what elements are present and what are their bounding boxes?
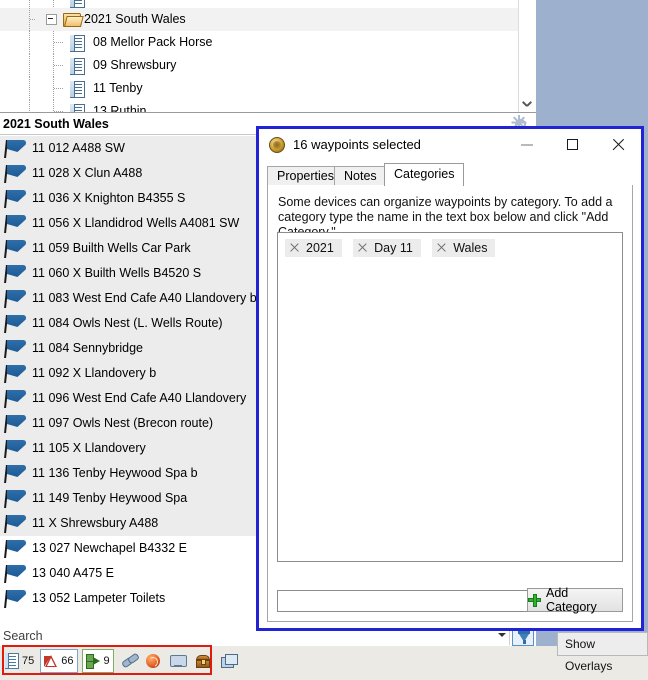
show-overlays-tooltip: Show Overlays [557,632,648,673]
category-chip-label: 2021 [306,241,334,255]
list-item-label: 11 092 X Llandovery b [32,366,157,380]
folder-tree-scrollarea: 2021 South Wales 08 Mellor Pack Horse 09… [0,0,519,112]
maximize-icon [567,139,578,150]
tree-scrollbar[interactable] [518,0,536,112]
close-icon[interactable] [358,243,368,253]
list-item-label: 13 027 Newchapel B4332 E [32,541,187,555]
photos-button[interactable] [219,650,239,672]
waypoint-flag-icon [4,290,27,308]
tree-node-11[interactable]: 11 Tenby [0,77,519,100]
new-category-input[interactable] [277,590,529,612]
waypoint-flag-icon [4,490,27,508]
categories-list-box[interactable]: 2021 Day 11 Wales [277,232,623,562]
category-chip[interactable]: Wales [432,239,496,257]
document-icon [70,35,85,52]
waypoint-badge-icon [269,137,285,153]
list-item-label: 11 028 X Clun A488 [32,166,143,180]
waypoint-flag-icon [4,340,27,358]
folder-icon [63,12,84,27]
dialog-inner: 16 waypoints selected Properties Notes C… [259,129,641,628]
list-item-label: 11 136 Tenby Heywood Spa b [32,466,198,480]
funnel-filter-icon [518,631,530,644]
tree-node-08[interactable]: 08 Mellor Pack Horse [0,31,519,54]
tab-notes[interactable]: Notes [334,166,387,185]
waypoint-flag-icon [4,265,27,283]
list-item-label: 11 105 X Llandovery [32,441,146,455]
highlight-annotation [2,645,212,675]
waypoint-flag-icon [4,315,27,333]
tab-properties[interactable]: Properties [267,166,344,185]
add-category-button[interactable]: Add Category [527,586,623,614]
chevron-down-icon [523,100,531,108]
category-chip[interactable]: 2021 [285,239,342,257]
waypoint-flag-icon [4,415,27,433]
document-icon [70,58,85,75]
waypoint-flag-icon [4,190,27,208]
dialog-title: 16 waypoints selected [293,137,421,152]
list-item-label: 11 097 Owls Nest (Brecon route) [32,416,214,430]
list-item-label: 11 012 A488 SW [32,141,125,155]
list-item-label: 11 084 Sennybridge [32,341,143,355]
category-chip-label: Day 11 [374,241,413,255]
category-chip[interactable]: Day 11 [353,239,421,257]
tree-node-label: 11 Tenby [93,81,143,95]
category-chip-label: Wales [453,241,488,255]
waypoint-flag-icon [4,365,27,383]
photos-icon [220,654,238,668]
tree-node-09[interactable]: 09 Shrewsbury [0,54,519,77]
list-item-label: 11 149 Tenby Heywood Spa [32,491,188,505]
dialog-titlebar[interactable]: 16 waypoints selected [259,129,641,160]
tree-node-label: 13 Ruthin [93,104,147,112]
screen-root: 2021 South Wales 08 Mellor Pack Horse 09… [0,0,648,680]
tree-node-label: 09 Shrewsbury [93,58,177,72]
tree-node-13[interactable]: 13 Ruthin [0,100,519,112]
close-button[interactable] [596,129,641,160]
document-icon [70,104,85,112]
list-item-label: 13 052 Lampeter Toilets [32,591,166,605]
document-icon [70,81,85,98]
categories-tab-panel: Some devices can organize waypoints by c… [267,185,633,622]
waypoint-flag-icon [4,540,27,558]
plus-icon [528,593,541,607]
waypoint-flag-icon [4,140,27,158]
waypoints-selected-dialog: 16 waypoints selected Properties Notes C… [256,126,644,631]
list-item-label: 11 059 Builth Wells Car Park [32,241,191,255]
folder-tree[interactable]: 2021 South Wales 08 Mellor Pack Horse 09… [0,0,536,113]
tree-expander-icon[interactable] [46,14,57,25]
waypoint-flag-icon [4,515,27,533]
close-icon[interactable] [437,243,447,253]
list-item-label: 13 040 A475 E [32,566,115,580]
list-item-label: 11 083 West End Cafe A40 Llandovery b [32,291,257,305]
search-input[interactable]: Search [3,626,43,646]
tree-node-label: 2021 South Wales [84,12,186,26]
waypoint-flag-icon [4,565,27,583]
document-icon [70,0,85,8]
list-item-label: 11 036 X Knighton B4355 S [32,191,186,205]
waypoint-flag-icon [4,165,27,183]
close-icon [612,139,624,151]
list-item-label: 11 056 X Llandidrod Wells A4081 SW [32,216,240,230]
list-item-label: 11 060 X Builth Wells B4520 S [32,266,202,280]
list-item-label: 11 096 West End Cafe A40 Llandovery [32,391,247,405]
add-category-label: Add Category [546,586,597,614]
waypoint-flag-icon [4,240,27,258]
close-icon[interactable] [290,243,300,253]
waypoint-flag-icon [4,465,27,483]
chevron-down-icon[interactable] [498,633,506,637]
waypoint-flag-icon [4,390,27,408]
tab-categories[interactable]: Categories [384,163,465,186]
minimize-button[interactable] [506,129,551,160]
dialog-tabs[interactable]: Properties Notes Categories [267,163,633,186]
list-item-label: 11 X Shrewsbury A488 [32,516,159,530]
waypoint-flag-icon [4,590,27,608]
tree-node-label: 08 Mellor Pack Horse [93,35,213,49]
minimize-icon [521,144,533,146]
maximize-button[interactable] [551,129,596,160]
waypoint-flag-icon [4,215,27,233]
list-item-label: 11 084 Owls Nest (L. Wells Route) [32,316,223,330]
tree-node-2021-south-wales[interactable]: 2021 South Wales [0,8,519,31]
waypoint-flag-icon [4,440,27,458]
tree-node[interactable] [0,0,519,8]
scroll-down-button[interactable] [519,95,536,112]
